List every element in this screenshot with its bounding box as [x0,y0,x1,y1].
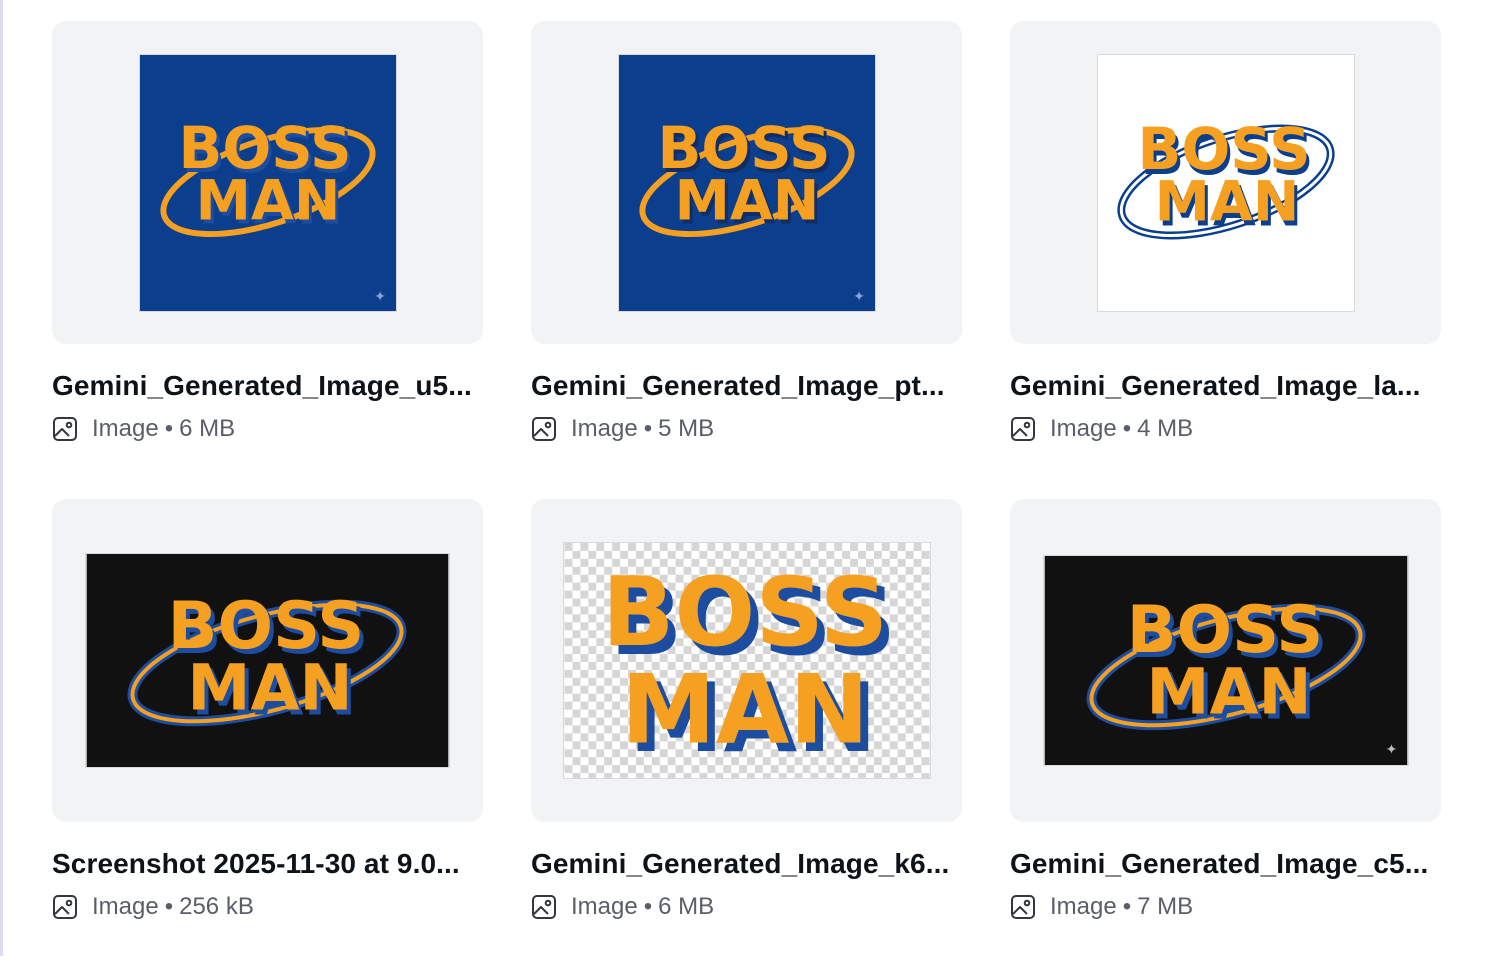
file-title[interactable]: Gemini_Generated_Image_k6... [531,846,962,882]
meta-separator: • [164,415,174,442]
file-title[interactable]: Gemini_Generated_Image_c5... [1010,846,1441,882]
file-card[interactable]: BOSS BOSS MAN MAN Gemini_Generated_Image… [1010,21,1441,499]
file-title[interactable]: Gemini_Generated_Image_pt... [531,368,962,404]
thumbnail-image: BOSS BOSS MAN MAN ✦ [138,53,397,312]
file-title[interactable]: Screenshot 2025-11-30 at 9.0... [52,846,483,882]
boss-man-logo: BOSS BOSS MAN MAN ✦ [618,54,875,311]
file-type: Image [1050,893,1117,920]
file-size: 6 MB [179,415,236,442]
file-card[interactable]: BOSS BOSS MAN MAN ✦ Gemini_Generated_Ima… [1010,499,1441,977]
left-border [0,0,3,956]
file-type: Image [92,415,159,442]
file-size: 256 kB [179,893,254,920]
logo-line2: MAN [1154,169,1299,234]
meta-separator: • [1122,415,1132,442]
file-title[interactable]: Gemini_Generated_Image_la... [1010,368,1441,404]
file-meta: Image • 6 MB [52,414,483,444]
file-size: 6 MB [658,893,715,920]
file-meta: Image • 5 MB [531,414,962,444]
file-card[interactable]: BOSS BOSS MAN MAN ✦ Gemini_Generated_Ima… [52,21,483,499]
image-icon [1011,417,1035,441]
file-thumbnail[interactable]: BOSS BOSS MAN MAN [1010,21,1441,344]
thumbnail-image: BOSS BOSS MAN MAN [85,553,450,768]
file-type: Image [92,893,159,920]
meta-separator: • [643,415,653,442]
boss-man-logo: BOSS BOSS MAN MAN ✦ [1044,556,1407,765]
file-type: Image [571,893,638,920]
meta-separator: • [643,893,653,920]
meta-separator: • [1122,893,1132,920]
boss-man-logo: BOSS BOSS MAN MAN [1097,54,1354,311]
boss-man-logo: BOSS BOSS MAN MAN [86,554,449,767]
file-type: Image [571,415,638,442]
image-icon [1011,895,1035,919]
file-type: Image [1050,415,1117,442]
image-icon [532,417,556,441]
svg-text:✦: ✦ [853,288,865,304]
thumbnail-image: BOSS BOSS MAN MAN ✦ [1042,555,1409,766]
file-thumbnail[interactable]: BOSS BOSS MAN MAN ✦ [531,21,962,344]
file-meta: Image • 256 kB [52,892,483,922]
image-icon [53,895,77,919]
file-card[interactable]: BOSS BOSS MAN MAN Gemini_Generated_Image… [531,499,962,977]
file-size: 4 MB [1137,415,1194,442]
file-thumbnail[interactable]: BOSS BOSS MAN MAN ✦ [1010,499,1441,822]
file-size: 7 MB [1137,893,1194,920]
image-icon [53,417,77,441]
logo-line2: MAN [1146,654,1311,728]
logo-line2: MAN [187,651,352,725]
file-card[interactable]: BOSS BOSS MAN MAN Screenshot 2025-11-30 … [52,499,483,977]
logo-line2: MAN [674,168,819,233]
boss-man-logo: BOSS BOSS MAN MAN [564,543,929,778]
boss-man-logo: BOSS BOSS MAN MAN ✦ [139,54,396,311]
file-title[interactable]: Gemini_Generated_Image_u5... [52,368,483,404]
svg-text:✦: ✦ [374,288,386,304]
file-meta: Image • 4 MB [1010,414,1441,444]
thumbnail-image: BOSS BOSS MAN MAN [562,542,931,779]
image-icon [532,895,556,919]
file-grid: BOSS BOSS MAN MAN ✦ Gemini_Generated_Ima… [52,21,1441,977]
logo-line2: MAN [621,655,869,765]
file-meta: Image • 7 MB [1010,892,1441,922]
file-thumbnail[interactable]: BOSS BOSS MAN MAN [531,499,962,822]
file-card[interactable]: BOSS BOSS MAN MAN ✦ Gemini_Generated_Ima… [531,21,962,499]
thumbnail-image: BOSS BOSS MAN MAN [1096,53,1355,312]
file-meta: Image • 6 MB [531,892,962,922]
logo-line1: BOSS [601,558,887,668]
thumbnail-image: BOSS BOSS MAN MAN ✦ [617,53,876,312]
file-thumbnail[interactable]: BOSS BOSS MAN MAN ✦ [52,21,483,344]
file-thumbnail[interactable]: BOSS BOSS MAN MAN [52,499,483,822]
logo-line2: MAN [195,168,340,233]
svg-text:✦: ✦ [1385,741,1397,757]
meta-separator: • [164,893,174,920]
file-size: 5 MB [658,415,715,442]
